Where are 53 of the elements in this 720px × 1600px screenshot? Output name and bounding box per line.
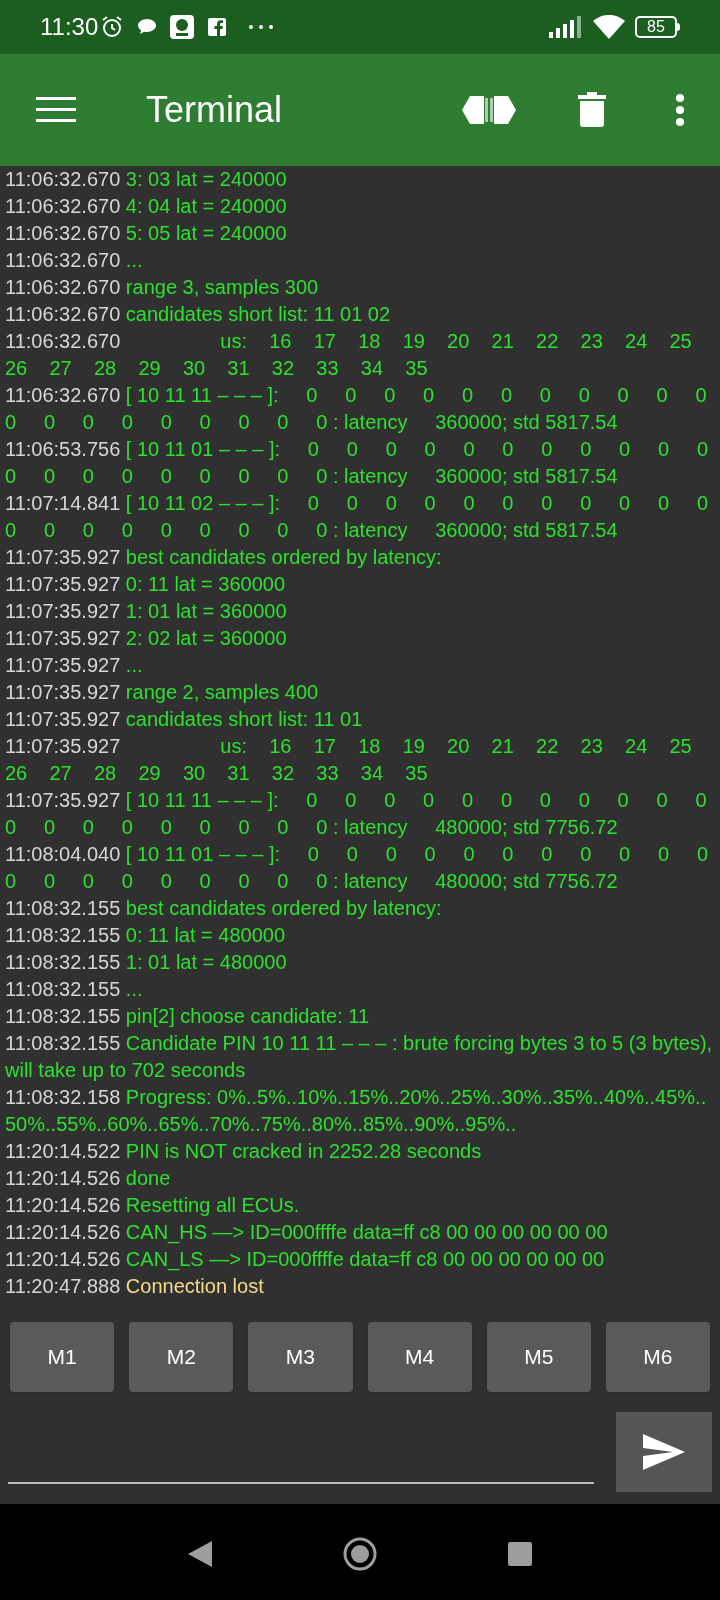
toolbar-title: Terminal — [146, 88, 283, 132]
log-line: 11:07:35.927 ... — [5, 653, 144, 678]
macro-button[interactable]: M1 — [10, 1322, 115, 1392]
log-line: 11:07:35.927 best candidates ordered by latency: — [5, 545, 443, 570]
log-line: 11:08:32.155 best candidates ordered by latency: — [5, 896, 443, 921]
log-line: 11:07:35.927 candidates short list: 11 01 — [5, 707, 364, 732]
log-line: 11:08:32.155 Candidate PIN 10 11 11 – – – : brute forcing bytes 3 to 5 (3 bytes), will take up to 702 seconds — [5, 1031, 714, 1083]
log-line: 11:07:35.927 us: 16 17 18 19 20 21 22 23 24 25 26 27 28 29 30 31 32 33 34 35 — [5, 734, 693, 786]
log-line: 11:20:14.522 PIN is NOT cracked in 2252.28 seconds — [5, 1139, 483, 1164]
log-line: 11:06:53.756 [ 10 11 01 – – – ]: 0 0 0 0 0 0 0 0 0 0 0 0 0 0 0 0 0 0 0 0 : latency 360000; std 5817.54 — [5, 437, 710, 489]
log-line: 11:07:35.927 2: 02 lat = 360000 — [5, 626, 288, 651]
signal-icon — [549, 16, 583, 38]
log-line: 11:06:32.670 5: 05 lat = 240000 — [5, 221, 288, 246]
log-line: 11:06:32.670 range 3, samples 300 — [5, 275, 320, 300]
more-notifications-icon — [248, 24, 275, 30]
log-line: 11:20:47.888 Connection lost — [5, 1274, 265, 1299]
menu-icon[interactable] — [36, 96, 76, 124]
battery-level: 85 — [647, 19, 665, 35]
log-line: 11:20:14.526 CAN_HS —> ID=000ffffe data=ff c8 00 00 00 00 00 00 — [5, 1220, 609, 1246]
macro-button[interactable]: M5 — [486, 1322, 591, 1392]
log-line: 11:20:14.526 Resetting all ECUs. — [5, 1193, 301, 1218]
log-line: 11:20:14.526 done — [5, 1166, 172, 1191]
home-icon[interactable] — [342, 1536, 378, 1572]
log-line: 11:06:32.670 candidates short list: 11 01 02 — [5, 302, 392, 327]
log-line: 11:06:32.670 [ 10 11 11 – – – ]: 0 0 0 0 0 0 0 0 0 0 0 0 0 0 0 0 0 0 0 0 : latency 360000; std 5817.54 — [5, 383, 708, 435]
log-line: 11:08:32.155 ... — [5, 977, 144, 1002]
chat-bubble-icon — [136, 17, 159, 37]
log-line: 11:07:35.927 1: 01 lat = 360000 — [5, 599, 288, 624]
log-line: 11:06:32.670 ... — [5, 248, 144, 273]
log-line: 11:08:32.155 1: 01 lat = 480000 — [5, 950, 288, 975]
log-line: 11:08:32.155 pin[2] choose candidate: 11 — [5, 1004, 370, 1029]
log-line: 11:08:32.158 Progress: 0%..5%..10%..15%..20%..25%..30%..35%..40%..45%..50%..55%..60%..65%..70%..75%..80%..85%..90%..95%.. — [5, 1085, 708, 1137]
back-icon[interactable] — [188, 1541, 212, 1567]
macro-button[interactable]: M2 — [129, 1322, 234, 1392]
delete-icon[interactable] — [578, 92, 606, 128]
facebook-icon — [208, 18, 227, 36]
macro-button[interactable]: M6 — [605, 1322, 711, 1392]
more-options-icon[interactable] — [676, 94, 684, 126]
log-line: 11:06:32.670 us: 16 17 18 19 20 21 22 23 24 25 26 27 28 29 30 31 32 33 34 35 — [5, 329, 693, 381]
log-line: 11:06:32.670 3: 03 lat = 240000 — [5, 167, 288, 192]
log-line: 11:07:35.927 [ 10 11 11 – – – ]: 0 0 0 0 0 0 0 0 0 0 0 0 0 0 0 0 0 0 0 0 : latency 480000; std 7756.72 — [5, 788, 708, 840]
log-line: 11:08:32.155 0: 11 lat = 480000 — [5, 923, 287, 948]
send-button[interactable] — [616, 1412, 712, 1492]
macro-button[interactable]: M4 — [367, 1322, 472, 1392]
log-line: 11:07:35.927 0: 11 lat = 360000 — [5, 572, 287, 597]
status-time: 11:30 — [40, 12, 99, 42]
log-line: 11:07:35.927 range 2, samples 400 — [5, 680, 320, 705]
send-icon — [643, 1434, 685, 1470]
log-line: 11:20:14.526 CAN_LS —> ID=000ffffe data=ff c8 00 00 00 00 00 00 — [5, 1247, 606, 1273]
log-line: 11:06:32.670 4: 04 lat = 240000 — [5, 194, 288, 219]
app-icon — [170, 15, 195, 39]
macro-button[interactable]: M3 — [248, 1322, 353, 1392]
wifi-icon — [593, 15, 625, 39]
